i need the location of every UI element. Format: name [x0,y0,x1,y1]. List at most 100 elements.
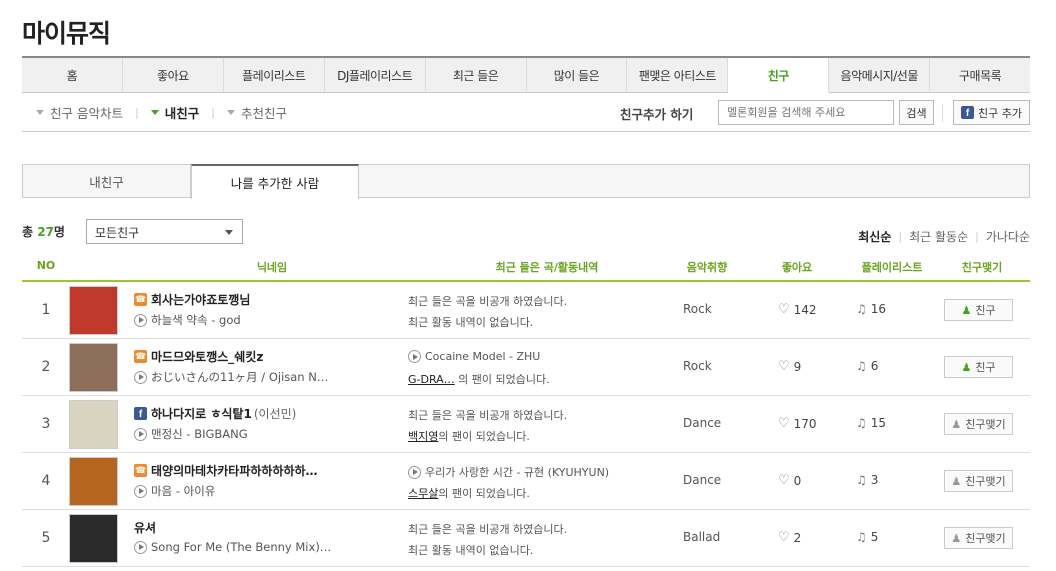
activity-artist-link[interactable]: G-DRA… [408,373,455,386]
activity-artist-link[interactable]: 백지영 [408,430,438,443]
divider [942,104,943,122]
recent-activity: G-DRA… 의 팬이 되었습니다. [408,371,550,387]
avatar[interactable] [69,400,118,449]
sub-nav-label: 친구 음악차트 [50,106,123,121]
activity-artist-link[interactable]: 스무살 [408,487,438,500]
sub-nav-recommended[interactable]: 추천친구 [226,103,287,122]
befriend-button[interactable]: ♟ 친구맺기 [944,470,1013,492]
avatar[interactable] [69,514,118,563]
sub-nav-friend-chart[interactable]: 친구 음악차트 [36,103,123,122]
person-icon: ♟ [951,474,962,488]
search-button[interactable]: 검색 [899,100,934,125]
likes-value: 0 [793,473,802,488]
play-icon[interactable] [134,427,147,441]
nickname-link[interactable]: 유셔 [134,519,156,536]
subtab-my-friends[interactable]: 내친구 [23,165,191,197]
play-icon[interactable] [408,465,421,479]
playlist-count: ♫ 5 [856,530,878,544]
current-song: おじいさんの11ヶ月 / Ojisan N… [134,369,328,385]
subtab-added-me[interactable]: 나를 추가한 사람 [191,164,359,199]
tab-home[interactable]: 홈 [22,58,123,92]
sub-nav-label: 추천친구 [240,106,287,121]
avatar[interactable] [69,343,118,392]
befriend-button[interactable]: ♟ 친구맺기 [944,413,1013,435]
total-prefix: 총 [22,225,38,239]
col-befriend: 친구맺기 [961,261,1003,274]
divider: | [134,106,139,119]
tab-dj-playlist[interactable]: DJ플레이리스트 [325,58,426,92]
member-search-input[interactable] [718,100,894,125]
tab-purchases[interactable]: 구매목록 [930,58,1030,92]
playlist-value[interactable]: 16 [871,302,886,316]
tab-messages-gifts[interactable]: 음악메시지/선물 [829,58,931,92]
row-number: 2 [41,359,51,375]
activity-text: 의 팬이 되었습니다. [438,430,530,443]
total-suffix: 명 [53,225,65,239]
befriend-label: 친구 [975,304,996,317]
table-row: 4 ☎ 태양의마테차카타파하하하하하… 마음 - 아이유 우리가 사랑한 시간 - 규현… [22,453,1030,510]
tab-likes[interactable]: 좋아요 [123,58,224,92]
recent-listen-text: 최근 들은 곡을 비공개 하였습니다. [408,523,568,536]
current-song: 마음 - 아이유 [134,483,215,499]
playlist-value[interactable]: 3 [871,473,879,487]
heart-icon: ♡ [778,473,790,488]
heart-icon: ♡ [778,359,790,374]
sort-recent-activity[interactable]: 최근 활동순 [909,228,968,245]
song-title[interactable]: 맨정신 - BIGBANG [151,426,248,442]
play-icon[interactable] [134,540,147,554]
befriend-button[interactable]: ♟ 친구맺기 [944,527,1013,549]
nickname-link[interactable]: 회사는가야죠토깽님 [151,291,250,308]
total-count: 총 27명 [22,223,65,240]
befriend-button[interactable]: ♟ 친구 [944,299,1013,321]
tab-most-played[interactable]: 많이 들은 [527,58,628,92]
avatar[interactable] [69,286,118,335]
play-icon[interactable] [134,313,147,327]
facebook-icon: f [134,407,147,420]
play-icon[interactable] [408,350,421,363]
nickname-link[interactable]: 마드므와토깽스_쉐킷z [151,348,263,365]
song-title[interactable]: Song For Me (The Benny Mix)… [151,540,331,554]
recent-activity: 스무살의 팬이 되었습니다. [408,485,530,501]
recent-listen: Cocaine Model - ZHU [408,350,540,363]
tab-recent[interactable]: 최근 들은 [426,58,527,92]
song-title[interactable]: おじいさんの11ヶ月 / Ojisan N… [151,369,328,385]
tab-fan-artists[interactable]: 팬맺은 아티스트 [627,58,729,92]
person-icon: ♟ [961,303,972,317]
friend-filter-select[interactable]: 모든친구 [86,219,243,244]
playlist-value[interactable]: 6 [871,359,879,373]
recent-listen: 최근 들은 곡을 비공개 하였습니다. [408,293,567,309]
tab-friends[interactable]: 친구 [728,58,830,93]
nickname-link[interactable]: 태양의마테차카타파하하하하하… [151,462,318,479]
chevron-down-icon [225,230,233,235]
playlist-icon: ♫ [856,359,867,373]
tab-playlist[interactable]: 플레이리스트 [224,58,325,92]
likes-value: 9 [793,359,802,374]
heart-icon: ♡ [778,530,790,545]
playlist-icon: ♫ [856,416,867,430]
befriend-button[interactable]: ♟ 친구 [944,356,1013,378]
sort-latest[interactable]: 최신순 [858,228,891,245]
recent-activity: 최근 활동 내역이 없습니다. [408,542,533,558]
col-no: NO [36,259,56,272]
sort-alphabetical[interactable]: 가나다순 [986,228,1030,245]
triangle-down-icon [36,110,44,115]
person-icon: ♟ [961,360,972,374]
facebook-icon: f [961,106,974,119]
sub-nav-my-friends[interactable]: 내친구 [150,103,199,122]
current-song: Song For Me (The Benny Mix)… [134,540,331,554]
play-icon[interactable] [134,484,147,498]
table-row: 2 ☎ 마드므와토깽스_쉐킷z おじいさんの11ヶ月 / Ojisan N… Cocai… [22,339,1030,396]
playlist-value[interactable]: 15 [871,416,886,430]
facebook-add-friend-button[interactable]: f 친구 추가 [953,100,1030,125]
sub-tabs: 내친구 나를 추가한 사람 [22,164,1030,199]
nickname-realname: (이선민) [253,407,297,421]
playlist-value[interactable]: 5 [871,530,879,544]
song-title[interactable]: 하늘색 약속 - god [151,312,241,328]
play-icon[interactable] [134,370,147,384]
phone-icon: ☎ [134,293,147,306]
befriend-label: 친구맺기 [965,418,1006,431]
song-title[interactable]: 마음 - 아이유 [151,483,215,499]
avatar[interactable] [69,457,118,506]
activity-text: 최근 활동 내역이 없습니다. [408,544,534,557]
nickname-link[interactable]: 하나다지로 ㅎ식탙1 [151,405,252,422]
